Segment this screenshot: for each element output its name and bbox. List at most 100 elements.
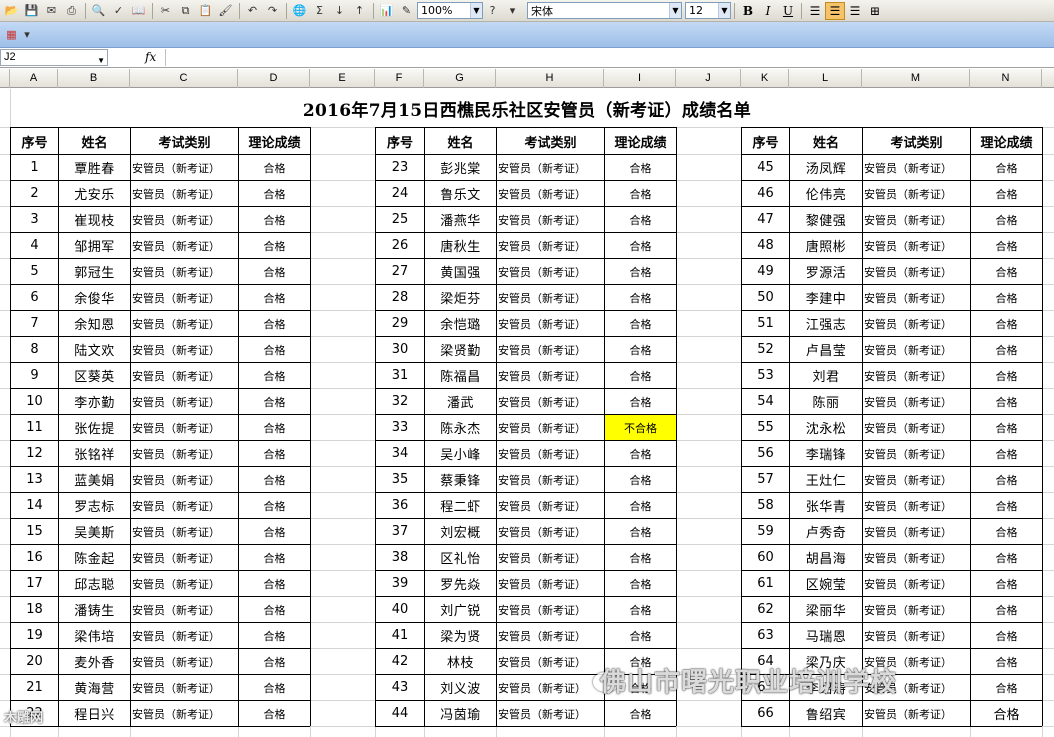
- category-cell[interactable]: 安管员（新考证）: [131, 519, 238, 544]
- result-cell[interactable]: 合格: [239, 259, 310, 284]
- column-header-f[interactable]: F: [375, 69, 424, 88]
- column-title[interactable]: 理论成绩: [239, 128, 310, 154]
- name-cell[interactable]: 胡昌海: [790, 545, 862, 570]
- insert-function-icon[interactable]: fx: [145, 50, 156, 64]
- name-cell[interactable]: 刘君: [790, 363, 862, 388]
- row-number-cell[interactable]: 6: [11, 285, 58, 310]
- name-cell[interactable]: 吴小峰: [425, 441, 496, 466]
- name-cell[interactable]: 蔡秉锋: [425, 467, 496, 492]
- row-number-cell[interactable]: 36: [376, 493, 424, 518]
- result-cell[interactable]: 合格: [239, 467, 310, 492]
- toolbar-options-icon[interactable]: ▾: [503, 2, 522, 20]
- print-preview-icon[interactable]: 🔍: [89, 2, 108, 20]
- row-number-cell[interactable]: 49: [742, 259, 789, 284]
- column-header-c[interactable]: C: [130, 69, 238, 88]
- column-title[interactable]: 序号: [11, 128, 58, 154]
- result-cell[interactable]: 合格: [971, 233, 1042, 258]
- result-cell[interactable]: 合格: [605, 233, 676, 258]
- result-cell[interactable]: 合格: [971, 363, 1042, 388]
- row-number-cell[interactable]: 42: [376, 649, 424, 674]
- category-cell[interactable]: 安管员（新考证）: [863, 207, 970, 232]
- name-cell[interactable]: 陆文欢: [59, 337, 130, 362]
- row-number-cell[interactable]: 18: [11, 597, 58, 622]
- category-cell[interactable]: 安管员（新考证）: [497, 389, 604, 414]
- row-number-cell[interactable]: 30: [376, 337, 424, 362]
- sort-descending-icon[interactable]: ↑: [350, 2, 369, 20]
- result-cell[interactable]: 合格: [971, 285, 1042, 310]
- category-cell[interactable]: 安管员（新考证）: [131, 571, 238, 596]
- column-header-d[interactable]: D: [238, 69, 310, 88]
- print-icon[interactable]: ⎙: [62, 2, 81, 20]
- name-cell[interactable]: 汤凤辉: [790, 155, 862, 180]
- name-cell[interactable]: 张佐提: [59, 415, 130, 440]
- result-cell[interactable]: 合格: [605, 493, 676, 518]
- row-number-cell[interactable]: 48: [742, 233, 789, 258]
- row-number-cell[interactable]: 56: [742, 441, 789, 466]
- name-cell[interactable]: 刘广锐: [425, 597, 496, 622]
- result-cell[interactable]: 合格: [239, 675, 310, 700]
- category-cell[interactable]: 安管员（新考证）: [863, 181, 970, 206]
- result-cell[interactable]: 合格: [239, 519, 310, 544]
- row-number-cell[interactable]: 17: [11, 571, 58, 596]
- category-cell[interactable]: 安管员（新考证）: [497, 701, 604, 726]
- result-cell[interactable]: 合格: [239, 207, 310, 232]
- row-number-cell[interactable]: 55: [742, 415, 789, 440]
- result-cell[interactable]: 合格: [971, 259, 1042, 284]
- row-number-cell[interactable]: 47: [742, 207, 789, 232]
- name-cell[interactable]: 郭冠生: [59, 259, 130, 284]
- result-cell[interactable]: 合格: [605, 389, 676, 414]
- name-cell[interactable]: 陈金起: [59, 545, 130, 570]
- row-number-cell[interactable]: 33: [376, 415, 424, 440]
- result-cell[interactable]: 合格: [971, 675, 1042, 700]
- result-cell-fail[interactable]: 不合格: [605, 415, 676, 440]
- copy-icon[interactable]: ⧉: [176, 2, 195, 20]
- category-cell[interactable]: 安管员（新考证）: [131, 701, 238, 726]
- result-cell[interactable]: 合格: [605, 259, 676, 284]
- category-cell[interactable]: 安管员（新考证）: [131, 675, 238, 700]
- category-cell[interactable]: 安管员（新考证）: [863, 701, 970, 726]
- category-cell[interactable]: 安管员（新考证）: [497, 649, 604, 674]
- row-number-cell[interactable]: 16: [11, 545, 58, 570]
- merge-center-icon[interactable]: ⊞: [865, 2, 885, 20]
- category-cell[interactable]: 安管员（新考证）: [863, 441, 970, 466]
- column-header-l[interactable]: L: [789, 69, 862, 88]
- result-cell[interactable]: 合格: [971, 311, 1042, 336]
- result-cell[interactable]: 合格: [605, 545, 676, 570]
- result-cell[interactable]: 合格: [239, 285, 310, 310]
- result-cell[interactable]: 合格: [605, 155, 676, 180]
- category-cell[interactable]: 安管员（新考证）: [863, 467, 970, 492]
- row-number-cell[interactable]: 52: [742, 337, 789, 362]
- category-cell[interactable]: 安管员（新考证）: [863, 623, 970, 648]
- hyperlink-icon[interactable]: 🌐: [290, 2, 309, 20]
- row-number-cell[interactable]: 5: [11, 259, 58, 284]
- category-cell[interactable]: 安管员（新考证）: [131, 545, 238, 570]
- name-cell[interactable]: 邹拥军: [59, 233, 130, 258]
- name-cell[interactable]: 区礼怡: [425, 545, 496, 570]
- name-cell[interactable]: 沈永松: [790, 415, 862, 440]
- column-header-g[interactable]: G: [424, 69, 496, 88]
- row-number-cell[interactable]: 2: [11, 181, 58, 206]
- category-cell[interactable]: 安管员（新考证）: [131, 259, 238, 284]
- underline-button[interactable]: U: [778, 2, 798, 20]
- permission-icon[interactable]: ✉: [42, 2, 61, 20]
- toolbar-options-icon[interactable]: ▾: [22, 26, 32, 44]
- font-name-select[interactable]: 宋体 ▼: [527, 2, 682, 19]
- result-cell[interactable]: 合格: [239, 545, 310, 570]
- result-cell[interactable]: 合格: [605, 363, 676, 388]
- category-cell[interactable]: 安管员（新考证）: [131, 415, 238, 440]
- chart-wizard-icon[interactable]: 📊: [377, 2, 396, 20]
- category-cell[interactable]: 安管员（新考证）: [131, 441, 238, 466]
- name-cell[interactable]: 唐照彬: [790, 233, 862, 258]
- align-right-icon[interactable]: ☰: [845, 2, 865, 20]
- category-cell[interactable]: 安管员（新考证）: [863, 519, 970, 544]
- result-cell[interactable]: 合格: [605, 571, 676, 596]
- result-cell[interactable]: 合格: [605, 181, 676, 206]
- row-number-cell[interactable]: 14: [11, 493, 58, 518]
- name-cell[interactable]: 李瑞锋: [790, 441, 862, 466]
- name-cell[interactable]: 潘武: [425, 389, 496, 414]
- select-all-corner[interactable]: [0, 69, 10, 88]
- worksheet[interactable]: 2016年7月15日西樵民乐社区安管员（新考证）成绩名单 序号 姓名 考试类别 理论成…: [0, 89, 1054, 737]
- result-cell[interactable]: 合格: [971, 649, 1042, 674]
- category-cell[interactable]: 安管员（新考证）: [497, 415, 604, 440]
- result-cell[interactable]: 合格: [605, 285, 676, 310]
